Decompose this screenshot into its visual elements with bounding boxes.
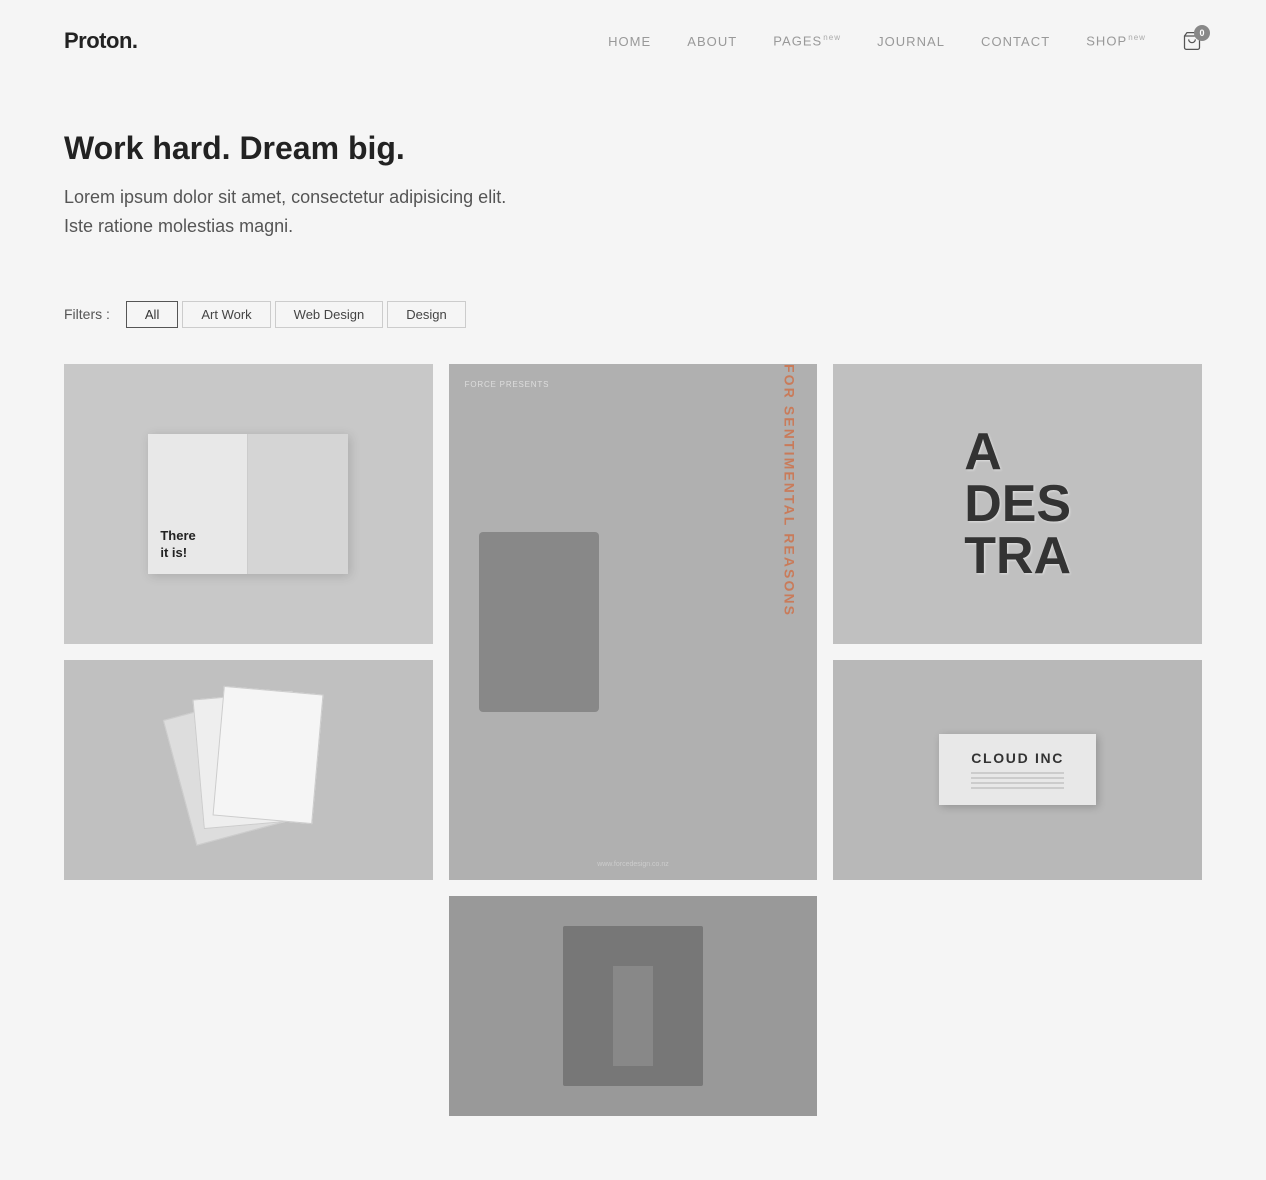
- filter-design[interactable]: Design: [387, 301, 465, 328]
- portfolio-grid: There it is! FORCE PRESENTS FOR SENTIMEN…: [0, 356, 1266, 1180]
- hero-title: Work hard. Dream big.: [64, 130, 1202, 167]
- hero-subtitle: Lorem ipsum dolor sit amet, consectetur …: [64, 183, 1202, 241]
- portfolio-item-book[interactable]: There it is!: [64, 364, 433, 644]
- nav-shop[interactable]: SHOPnew: [1086, 33, 1146, 48]
- portfolio-item-sentimental[interactable]: FORCE PRESENTS FOR SENTIMENTAL REASONS w…: [449, 364, 818, 880]
- portfolio-item-magazines[interactable]: [64, 660, 433, 880]
- main-nav: HOME ABOUT PAGESnew JOURNAL CONTACT SHOP…: [608, 31, 1202, 51]
- cart-count: 0: [1194, 25, 1210, 41]
- pages-badge: new: [823, 33, 841, 42]
- filter-webdesign[interactable]: Web Design: [275, 301, 384, 328]
- nav-journal[interactable]: JOURNAL: [877, 34, 945, 49]
- sentimental-top-label: FORCE PRESENTS: [465, 380, 550, 389]
- filter-all[interactable]: All: [126, 301, 178, 328]
- nav-home[interactable]: HOME: [608, 34, 651, 49]
- filters-label: Filters :: [64, 306, 110, 322]
- hero-section: Work hard. Dream big. Lorem ipsum dolor …: [0, 82, 1266, 273]
- magazine-3: [213, 685, 324, 823]
- site-logo[interactable]: Proton.: [64, 28, 138, 54]
- cloud-line-3: [971, 782, 1064, 784]
- person-silhouette: [479, 532, 599, 712]
- emboss-text: A DES TRA: [964, 426, 1071, 582]
- magazine-stack: [168, 685, 328, 855]
- cloud-line-1: [971, 772, 1064, 774]
- book-text: There it is!: [160, 528, 235, 562]
- portfolio-item-destra[interactable]: A DES TRA: [833, 364, 1202, 644]
- site-header: Proton. HOME ABOUT PAGESnew JOURNAL CONT…: [0, 0, 1266, 82]
- cloud-lines: [971, 772, 1064, 789]
- cloud-line-2: [971, 777, 1064, 779]
- nav-contact[interactable]: CONTACT: [981, 34, 1050, 49]
- cricket-image: [563, 926, 703, 1086]
- portfolio-item-cricket[interactable]: [449, 896, 818, 1116]
- cart-button[interactable]: 0: [1182, 31, 1202, 51]
- portfolio-item-cloudinc[interactable]: CLOUD INC: [833, 660, 1202, 880]
- book-right-page: [248, 434, 348, 574]
- cloud-card: CLOUD INC: [939, 734, 1096, 805]
- cloud-inc-text: CLOUD INC: [971, 750, 1064, 766]
- filter-artwork[interactable]: Art Work: [182, 301, 270, 328]
- cloud-line-4: [971, 787, 1064, 789]
- nav-pages[interactable]: PAGESnew: [773, 33, 841, 48]
- shop-badge: new: [1128, 33, 1146, 42]
- sentimental-text: FOR SENTIMENTAL REASONS: [781, 364, 797, 880]
- nav-about[interactable]: ABOUT: [687, 34, 737, 49]
- sentimental-bottom-label: www.forcedesign.co.nz: [449, 861, 818, 868]
- filter-bar: Filters : All Art Work Web Design Design: [0, 273, 1266, 356]
